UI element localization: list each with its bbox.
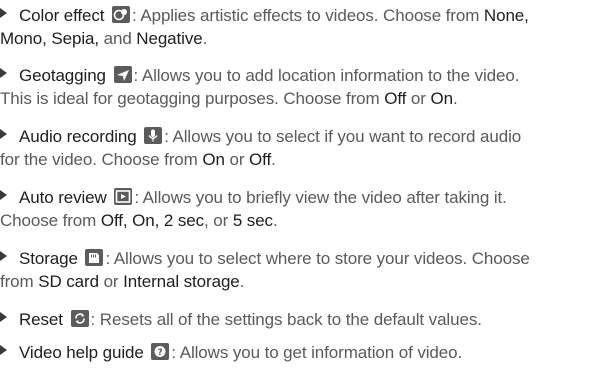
option-separator: or [224, 150, 250, 169]
item-title: Reset [19, 310, 63, 329]
item-description: : Allows you to select where to store yo… [105, 249, 530, 268]
item-description-line2: from SD card or Internal storage. [0, 270, 609, 293]
storage-icon [85, 249, 104, 266]
option-value: Internal storage [123, 272, 240, 291]
item-description-text: from [0, 272, 39, 291]
item-description-line2: Choose from Off, On, 2 sec, or 5 sec. [0, 209, 609, 232]
item-description-text: for the video. Choose from [0, 150, 203, 169]
option-separator: . [272, 211, 278, 230]
option-value: Off [249, 150, 272, 169]
option-separator: . [452, 89, 458, 108]
item-title: Geotagging [19, 66, 106, 85]
item-text: Audio recording : Allows you to select i… [0, 125, 609, 171]
option-value: SD card [38, 272, 99, 291]
option-value: On [430, 89, 453, 108]
item-text: Auto review : Allows you to briefly view… [0, 186, 609, 232]
option-separator: , or [204, 211, 233, 230]
item-text: Geotagging : Allows you to add location … [0, 64, 609, 110]
list-item-video-help-guide: Video help guide ? : Allows you to get i… [0, 341, 609, 364]
geotagging-icon [113, 66, 132, 83]
item-description-line2: for the video. Choose from On or Off. [0, 148, 609, 171]
list-item-audio-recording: Audio recording : Allows you to select i… [0, 125, 609, 171]
reset-icon [70, 310, 89, 327]
option-value: Mono, Sepia, [0, 29, 99, 48]
auto-review-icon [114, 188, 133, 205]
option-value: None, [483, 6, 529, 25]
item-title: Storage [19, 249, 78, 268]
item-description: : Allows you to select if you want to re… [164, 127, 522, 146]
option-value: 5 sec [232, 211, 273, 230]
item-description-line2: Mono, Sepia, and Negative. [0, 27, 609, 50]
color-effect-icon [112, 6, 131, 23]
svg-text:?: ? [158, 348, 163, 358]
bullet-icon [0, 251, 7, 261]
option-separator: and [98, 29, 137, 48]
bullet-icon [0, 345, 7, 355]
bullet-icon [0, 312, 7, 322]
item-description: : Applies artistic effects to videos. Ch… [132, 6, 484, 25]
list-item-storage: Storage : Allows you to select where to … [0, 247, 609, 293]
option-separator: or [406, 89, 431, 108]
option-separator: . [271, 150, 276, 169]
help-icon: ? [151, 343, 170, 360]
bullet-icon [0, 190, 7, 200]
item-text: Reset : Resets all of the settings back … [19, 308, 609, 331]
audio-recording-icon [144, 127, 163, 144]
bullet-icon [0, 129, 7, 139]
option-separator: . [239, 272, 245, 291]
list-item-reset: Reset : Resets all of the settings back … [0, 308, 609, 331]
item-title: Audio recording [19, 127, 137, 146]
item-title: Auto review [19, 188, 107, 207]
option-separator: or [98, 272, 124, 291]
option-value: Negative [136, 29, 203, 48]
list-item-color-effect: Color effect : Applies artistic effects … [0, 4, 609, 50]
list-item-geotagging: Geotagging : Allows you to add location … [0, 64, 609, 110]
option-value: Off, On, 2 sec [100, 211, 205, 230]
option-separator: . [202, 29, 208, 48]
item-title: Color effect [19, 6, 105, 25]
item-description: : Allows you to briefly view the video a… [134, 188, 507, 207]
item-description-line2: This is ideal for geotagging purposes. C… [0, 87, 609, 110]
item-title: Video help guide [19, 343, 144, 362]
item-description-text: This is ideal for geotagging purposes. C… [0, 89, 385, 108]
item-description: : Allows you to add location information… [133, 66, 520, 85]
item-text: Color effect : Applies artistic effects … [0, 4, 609, 50]
item-description: : Resets all of the settings back to the… [90, 310, 482, 329]
item-text: Video help guide ? : Allows you to get i… [19, 341, 609, 364]
bullet-icon [0, 68, 7, 78]
item-description: : Allows you to get information of video… [171, 343, 463, 362]
item-description-text: Choose from [0, 211, 101, 230]
option-value: On [202, 150, 225, 169]
bullet-icon [0, 8, 7, 18]
item-text: Storage : Allows you to select where to … [0, 247, 609, 293]
list-item-auto-review: Auto review : Allows you to briefly view… [0, 186, 609, 232]
option-value: Off [384, 89, 407, 108]
